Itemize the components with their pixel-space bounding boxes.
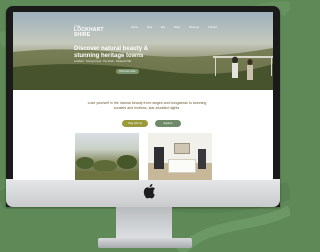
hero-section: THE LOCKHART SHIRE Home Stay Eat Shop Di… bbox=[13, 12, 273, 90]
nav-shop[interactable]: Shop bbox=[174, 26, 180, 29]
nav-eat[interactable]: Eat bbox=[161, 26, 165, 29]
apple-logo-icon bbox=[143, 183, 155, 199]
nav-discover[interactable]: Discover bbox=[189, 26, 199, 29]
hero-title: Discover natural beauty & stunning herit… bbox=[74, 46, 149, 59]
site-logo[interactable]: THE LOCKHART SHIRE bbox=[74, 25, 114, 38]
bedroom-photo[interactable] bbox=[148, 133, 212, 180]
imac-stand-base bbox=[98, 238, 192, 248]
explore-button[interactable]: Explore bbox=[155, 120, 181, 127]
landscape-photo-trees bbox=[75, 155, 139, 180]
website-screen: THE LOCKHART SHIRE Home Stay Eat Shop Di… bbox=[13, 12, 273, 180]
main-nav: Home Stay Eat Shop Discover Contact bbox=[131, 26, 217, 29]
hero-button[interactable]: Find out more bbox=[116, 69, 139, 74]
hero-location-links[interactable]: Lockhart · Yerong Creek · The Rock · Ple… bbox=[74, 60, 194, 63]
nav-contact[interactable]: Contact bbox=[208, 26, 217, 29]
logo-line-2: SHIRE bbox=[74, 32, 91, 38]
landscape-photo[interactable] bbox=[75, 133, 139, 180]
stay-button[interactable]: Stay with us bbox=[122, 120, 148, 127]
nav-home[interactable]: Home bbox=[131, 26, 138, 29]
intro-text: Lose yourself in the natural beauty from… bbox=[87, 101, 207, 110]
nav-stay[interactable]: Stay bbox=[147, 26, 152, 29]
